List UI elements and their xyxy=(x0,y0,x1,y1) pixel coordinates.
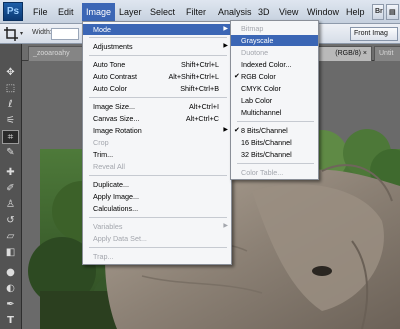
menu-item-adjustments[interactable]: Adjustments ▶ xyxy=(83,41,231,52)
menu-item-image-size[interactable]: Image Size... Alt+Ctrl+I xyxy=(83,101,231,112)
menu-separator xyxy=(89,217,227,218)
type-tool-icon[interactable]: T xyxy=(2,314,19,328)
menu-separator xyxy=(89,175,227,176)
menu-analysis[interactable]: Analysis xyxy=(218,7,252,17)
menu-separator xyxy=(89,37,227,38)
photoshop-logo: Ps xyxy=(3,2,23,21)
history-brush-tool-icon[interactable]: ↺ xyxy=(2,214,19,228)
pen-tool-icon[interactable]: ✒ xyxy=(2,298,19,312)
menu-item-trap[interactable]: Trap... xyxy=(83,251,231,262)
submenu-arrow-icon: ▶ xyxy=(223,223,228,229)
menu-edit[interactable]: Edit xyxy=(58,7,74,17)
crop-tool-preset-icon[interactable] xyxy=(4,27,18,41)
marquee-tool-icon[interactable]: ⬚ xyxy=(2,82,19,96)
menu-item-trim[interactable]: Trim... xyxy=(83,149,231,160)
tab-document-1[interactable]: _zooaroahy xyxy=(28,46,86,61)
tab-document-active[interactable]: (RGB/8) × xyxy=(312,46,372,61)
mode-item-lab-color[interactable]: Lab Color xyxy=(231,95,318,106)
menu-item-auto-color[interactable]: Auto Color Shift+Ctrl+B xyxy=(83,83,231,94)
menu-layer[interactable]: Layer xyxy=(119,7,142,17)
menu-select[interactable]: Select xyxy=(150,7,175,17)
submenu-arrow-icon: ▶ xyxy=(223,43,228,49)
move-tool-icon[interactable]: ✥ xyxy=(2,66,19,80)
mode-item-cmyk-color[interactable]: CMYK Color xyxy=(231,83,318,94)
submenu-arrow-icon: ▶ xyxy=(223,127,228,133)
eraser-tool-icon[interactable]: ▱ xyxy=(2,230,19,244)
healing-brush-tool-icon[interactable]: ✚ xyxy=(2,166,19,180)
mode-item-duotone[interactable]: Duotone xyxy=(231,47,318,58)
menu-item-crop[interactable]: Crop xyxy=(83,137,231,148)
brush-tool-icon[interactable]: ✐ xyxy=(2,182,19,196)
lasso-tool-icon[interactable]: ℓ xyxy=(2,98,19,112)
menu-separator xyxy=(89,247,227,248)
menu-image[interactable]: Image xyxy=(82,3,116,21)
menu-item-auto-tone[interactable]: Auto Tone Shift+Ctrl+L xyxy=(83,59,231,70)
menu-separator xyxy=(89,55,227,56)
checkmark-icon: ✔ xyxy=(234,73,240,80)
menu-item-apply-image[interactable]: Apply Image... xyxy=(83,191,231,202)
menu-separator xyxy=(237,121,314,122)
mode-item-indexed-color[interactable]: Indexed Color... xyxy=(231,59,318,70)
crop-tool-icon[interactable]: ⌗ xyxy=(2,130,19,144)
menu-view[interactable]: View xyxy=(279,7,298,17)
dodge-tool-icon[interactable]: ◐ xyxy=(2,282,19,296)
menu-item-canvas-size[interactable]: Canvas Size... Alt+Ctrl+C xyxy=(83,113,231,124)
menu-file[interactable]: File xyxy=(33,7,48,17)
clone-stamp-tool-icon[interactable]: ♙ xyxy=(2,198,19,212)
blur-tool-icon[interactable]: ● xyxy=(2,266,19,280)
mode-item-multichannel[interactable]: Multichannel xyxy=(231,107,318,118)
mode-item-8-bits[interactable]: ✔ 8 Bits/Channel xyxy=(231,125,318,136)
menu-separator xyxy=(89,97,227,98)
width-input[interactable] xyxy=(51,28,79,40)
menu-item-variables[interactable]: Variables ▶ xyxy=(83,221,231,232)
mode-item-rgb-color[interactable]: ✔ RGB Color xyxy=(231,71,318,82)
width-label: Width: xyxy=(32,29,52,36)
menu-item-mode[interactable]: Mode ▶ xyxy=(83,24,231,35)
menu-window[interactable]: Window xyxy=(307,7,339,17)
mode-item-bitmap[interactable]: Bitmap xyxy=(231,23,318,34)
menu-3d[interactable]: 3D xyxy=(258,7,270,17)
menu-item-reveal-all[interactable]: Reveal All xyxy=(83,161,231,172)
mode-item-color-table[interactable]: Color Table... xyxy=(231,167,318,178)
checkmark-icon: ✔ xyxy=(234,127,240,134)
mode-item-grayscale[interactable]: Grayscale xyxy=(231,35,318,46)
tab-document-3[interactable]: Untit xyxy=(374,46,400,61)
menu-item-image-rotation[interactable]: Image Rotation ▶ xyxy=(83,125,231,136)
menu-separator xyxy=(237,163,314,164)
mode-item-32-bits[interactable]: 32 Bits/Channel xyxy=(231,149,318,160)
front-image-button[interactable]: Front Imag xyxy=(350,27,398,41)
submenu-arrow-icon: ▶ xyxy=(223,26,228,32)
tools-panel: ✥ ⬚ ℓ ⚟ ⌗ ✎ ✚ ✐ ♙ ↺ ▱ ◧ ● ◐ ✒ T xyxy=(0,44,22,329)
menu-help[interactable]: Help xyxy=(346,7,365,17)
image-menu-dropdown: Mode ▶ Adjustments ▶ Auto Tone Shift+Ctrl+L… xyxy=(82,21,232,265)
eyedropper-tool-icon[interactable]: ✎ xyxy=(2,146,19,160)
mode-submenu: Bitmap Grayscale Duotone Indexed Color..… xyxy=(230,20,319,180)
menu-item-auto-contrast[interactable]: Auto Contrast Alt+Shift+Ctrl+L xyxy=(83,71,231,82)
mode-item-16-bits[interactable]: 16 Bits/Channel xyxy=(231,137,318,148)
bridge-icon[interactable]: Br xyxy=(372,4,384,20)
workspace-icon[interactable]: ▤ xyxy=(386,4,399,20)
paint-bucket-tool-icon[interactable]: ◧ xyxy=(2,246,19,260)
menu-item-calculations[interactable]: Calculations... xyxy=(83,203,231,214)
menu-item-apply-data-set[interactable]: Apply Data Set... xyxy=(83,233,231,244)
menu-item-duplicate[interactable]: Duplicate... xyxy=(83,179,231,190)
magic-wand-tool-icon[interactable]: ⚟ xyxy=(2,114,19,128)
chevron-down-icon[interactable]: ▾ xyxy=(20,30,23,37)
menu-filter[interactable]: Filter xyxy=(186,7,206,17)
